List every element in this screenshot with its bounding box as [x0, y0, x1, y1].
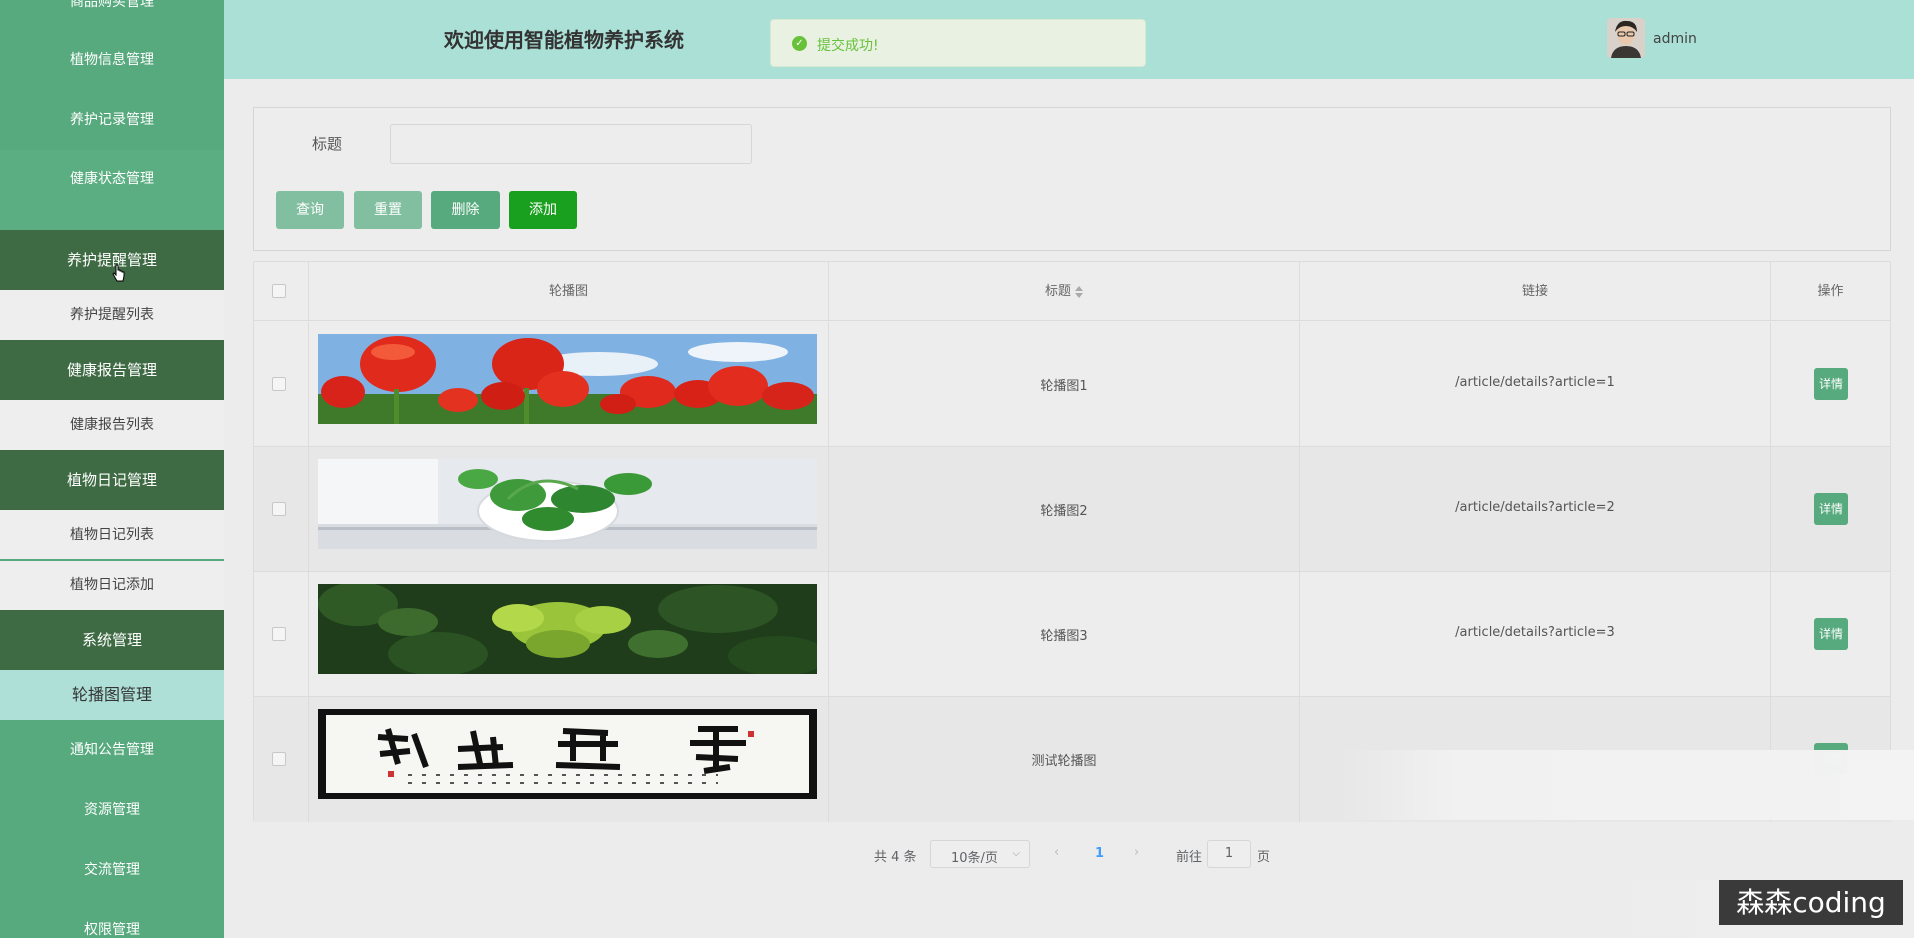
page-size-select[interactable]: 10条/页 ⌵ [930, 840, 1030, 868]
row-checkbox[interactable] [272, 627, 286, 641]
query-button[interactable]: 查询 [276, 191, 344, 229]
app-title: 欢迎使用智能植物养护系统 [444, 28, 684, 52]
image-cell [309, 447, 829, 572]
actions-cell: 详情 [1771, 572, 1890, 697]
carousel-image-plant-bowl [318, 459, 817, 549]
page-number-current[interactable]: 1 [1095, 846, 1104, 861]
row-checkbox[interactable] [272, 377, 286, 391]
page-size-value: 10条/页 [951, 851, 998, 866]
check-circle-icon: ✓ [792, 36, 807, 51]
link-cell: /article/details?article=1 [1300, 322, 1771, 447]
pagination: 共 4 条 10条/页 ⌵ ‹ 1 › 前往 1 页 [0, 840, 1914, 870]
avatar[interactable] [1607, 18, 1645, 58]
username[interactable]: admin [1653, 31, 1697, 47]
row-checkbox[interactable] [272, 502, 286, 516]
top-header: 欢迎使用智能植物养护系统 ✓ 提交成功! admin [224, 0, 1914, 79]
select-all-checkbox[interactable] [272, 284, 286, 298]
success-toast: ✓ 提交成功! [770, 19, 1146, 67]
watermark: 森森coding [1719, 880, 1903, 925]
sidebar-item-plant-diary-list[interactable]: 植物日记列表 [0, 510, 224, 560]
sidebar-item-carousel[interactable]: 轮播图管理 [0, 670, 224, 720]
title-cell: 轮播图3 [829, 572, 1300, 697]
row-select-cell [254, 322, 309, 447]
column-header-title-label: 标题 [1044, 284, 1071, 299]
toast-message: 提交成功! [817, 38, 879, 54]
goto-label: 前往 [1176, 850, 1203, 865]
detail-button[interactable]: 详情 [1814, 493, 1848, 525]
sidebar-item-partial[interactable]: 商品购买管理 [0, 0, 224, 12]
title-search-input[interactable] [390, 124, 752, 164]
carousel-image-tulips [318, 334, 817, 424]
column-header-image: 轮播图 [309, 262, 829, 321]
sidebar-item-notice[interactable]: 通知公告管理 [0, 726, 224, 774]
image-cell [309, 322, 829, 447]
sidebar-group-plant-diary[interactable]: 植物日记管理 [0, 450, 224, 510]
add-button[interactable]: 添加 [509, 191, 577, 229]
row-select-cell [254, 572, 309, 697]
image-cell [309, 572, 829, 697]
link-cell: /article/details?article=2 [1300, 447, 1771, 572]
sidebar-item-plant-diary-add[interactable]: 植物日记添加 [0, 561, 224, 610]
detail-button[interactable]: 详情 [1814, 618, 1848, 650]
image-cell [309, 697, 829, 822]
actions-cell: 详情 [1771, 447, 1890, 572]
row-link: /article/details?article=2 [1455, 500, 1615, 515]
next-page-icon[interactable]: › [1134, 845, 1139, 860]
carousel-image-leaves [318, 584, 817, 674]
search-panel: 标题 查询 重置 删除 添加 [253, 107, 1891, 251]
row-title: 轮播图2 [1040, 504, 1088, 519]
fade-overlay [1340, 750, 1914, 820]
column-header-actions: 操作 [1771, 262, 1890, 321]
sidebar-group-system[interactable]: 系统管理 [0, 610, 224, 670]
table-row: 轮播图1 /article/details?article=1 详情 [254, 322, 1890, 447]
row-title: 测试轮播图 [1031, 754, 1097, 769]
column-header-link: 链接 [1300, 262, 1771, 321]
sidebar-item-care-records[interactable]: 养护记录管理 [0, 96, 224, 144]
detail-button[interactable]: 详情 [1814, 368, 1848, 400]
sidebar: 商品购买管理 植物信息管理 养护记录管理 健康状态管理 养护提醒管理 养护提醒列… [0, 0, 224, 938]
pagination-total: 共 4 条 [874, 850, 917, 865]
row-link: /article/details?article=3 [1455, 625, 1615, 640]
carousel-image-calligraphy [318, 709, 817, 799]
row-select-cell [254, 697, 309, 822]
sidebar-item-resource[interactable]: 资源管理 [0, 786, 224, 834]
hand-cursor-icon [112, 264, 125, 282]
title-cell: 轮播图2 [829, 447, 1300, 572]
column-header-title[interactable]: 标题 [829, 262, 1300, 321]
sidebar-item-health-status[interactable]: 健康状态管理 [0, 150, 224, 208]
actions-cell: 详情 [1771, 322, 1890, 447]
row-checkbox[interactable] [272, 752, 286, 766]
sort-icon[interactable] [1075, 285, 1083, 298]
title-label: 标题 [312, 135, 343, 153]
title-cell: 轮播图1 [829, 322, 1300, 447]
reset-button[interactable]: 重置 [354, 191, 422, 229]
row-link: /article/details?article=1 [1455, 375, 1615, 390]
sidebar-item-plant-info[interactable]: 植物信息管理 [0, 36, 224, 84]
link-cell: /article/details?article=3 [1300, 572, 1771, 697]
row-title: 轮播图1 [1040, 379, 1088, 394]
sidebar-divider [0, 208, 224, 230]
sidebar-item-health-report-list[interactable]: 健康报告列表 [0, 400, 224, 450]
row-select-cell [254, 447, 309, 572]
sidebar-item-care-reminder-list[interactable]: 养护提醒列表 [0, 290, 224, 340]
sidebar-group-health-report[interactable]: 健康报告管理 [0, 340, 224, 400]
carousel-table: 轮播图 标题 链接 操作 轮播图1 /article/details?artic… [253, 261, 1891, 822]
avatar-image [1607, 18, 1645, 58]
page-suffix: 页 [1257, 850, 1271, 865]
select-all-cell [254, 262, 309, 321]
goto-page-input[interactable]: 1 [1207, 840, 1251, 868]
row-title: 轮播图3 [1040, 629, 1088, 644]
table-row: 轮播图2 /article/details?article=2 详情 [254, 447, 1890, 572]
chevron-down-icon: ⌵ [1012, 848, 1020, 859]
table-row: 轮播图3 /article/details?article=3 详情 [254, 572, 1890, 697]
sidebar-item-permission[interactable]: 权限管理 [0, 906, 224, 938]
delete-button[interactable]: 删除 [431, 191, 500, 229]
title-cell: 测试轮播图 [829, 697, 1300, 822]
prev-page-icon[interactable]: ‹ [1054, 845, 1059, 860]
